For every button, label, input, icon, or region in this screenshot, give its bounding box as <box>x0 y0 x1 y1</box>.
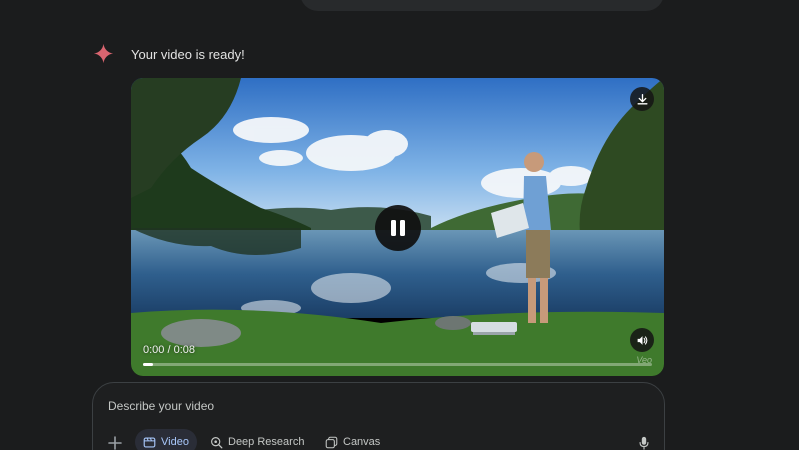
video-icon <box>143 436 156 448</box>
pause-icon <box>391 220 405 236</box>
volume-icon <box>637 335 647 345</box>
tool-chip-canvas[interactable]: Canvas <box>317 429 388 450</box>
microphone-button[interactable] <box>636 435 652 450</box>
previous-user-message-bubble <box>300 0 664 11</box>
tool-chip-label: Video <box>161 436 189 448</box>
tool-chip-label: Canvas <box>343 436 381 448</box>
prompt-composer: Describe your video Video Deep Research … <box>92 382 665 450</box>
video-player[interactable]: 0:00 / 0:08 Veo <box>131 78 664 376</box>
deep-research-icon <box>211 436 223 448</box>
canvas-icon <box>325 436 338 448</box>
add-button[interactable] <box>107 435 123 450</box>
prompt-input[interactable]: Describe your video <box>108 399 214 413</box>
progress-bar[interactable] <box>143 363 652 366</box>
tool-chip-label: Deep Research <box>228 436 305 448</box>
download-button[interactable] <box>630 87 654 111</box>
progress-fill <box>143 363 154 366</box>
play-pause-button[interactable] <box>375 205 421 251</box>
download-icon <box>636 93 648 105</box>
response-text: Your video is ready! <box>131 47 245 62</box>
mic-icon <box>639 436 649 450</box>
tool-chip-deep-research[interactable]: Deep Research <box>202 429 312 450</box>
tool-chip-video[interactable]: Video <box>135 429 197 450</box>
time-display: 0:00 / 0:08 <box>143 344 195 356</box>
plus-icon <box>108 436 122 450</box>
gemini-spark-icon <box>93 43 114 64</box>
volume-button[interactable] <box>630 328 654 352</box>
